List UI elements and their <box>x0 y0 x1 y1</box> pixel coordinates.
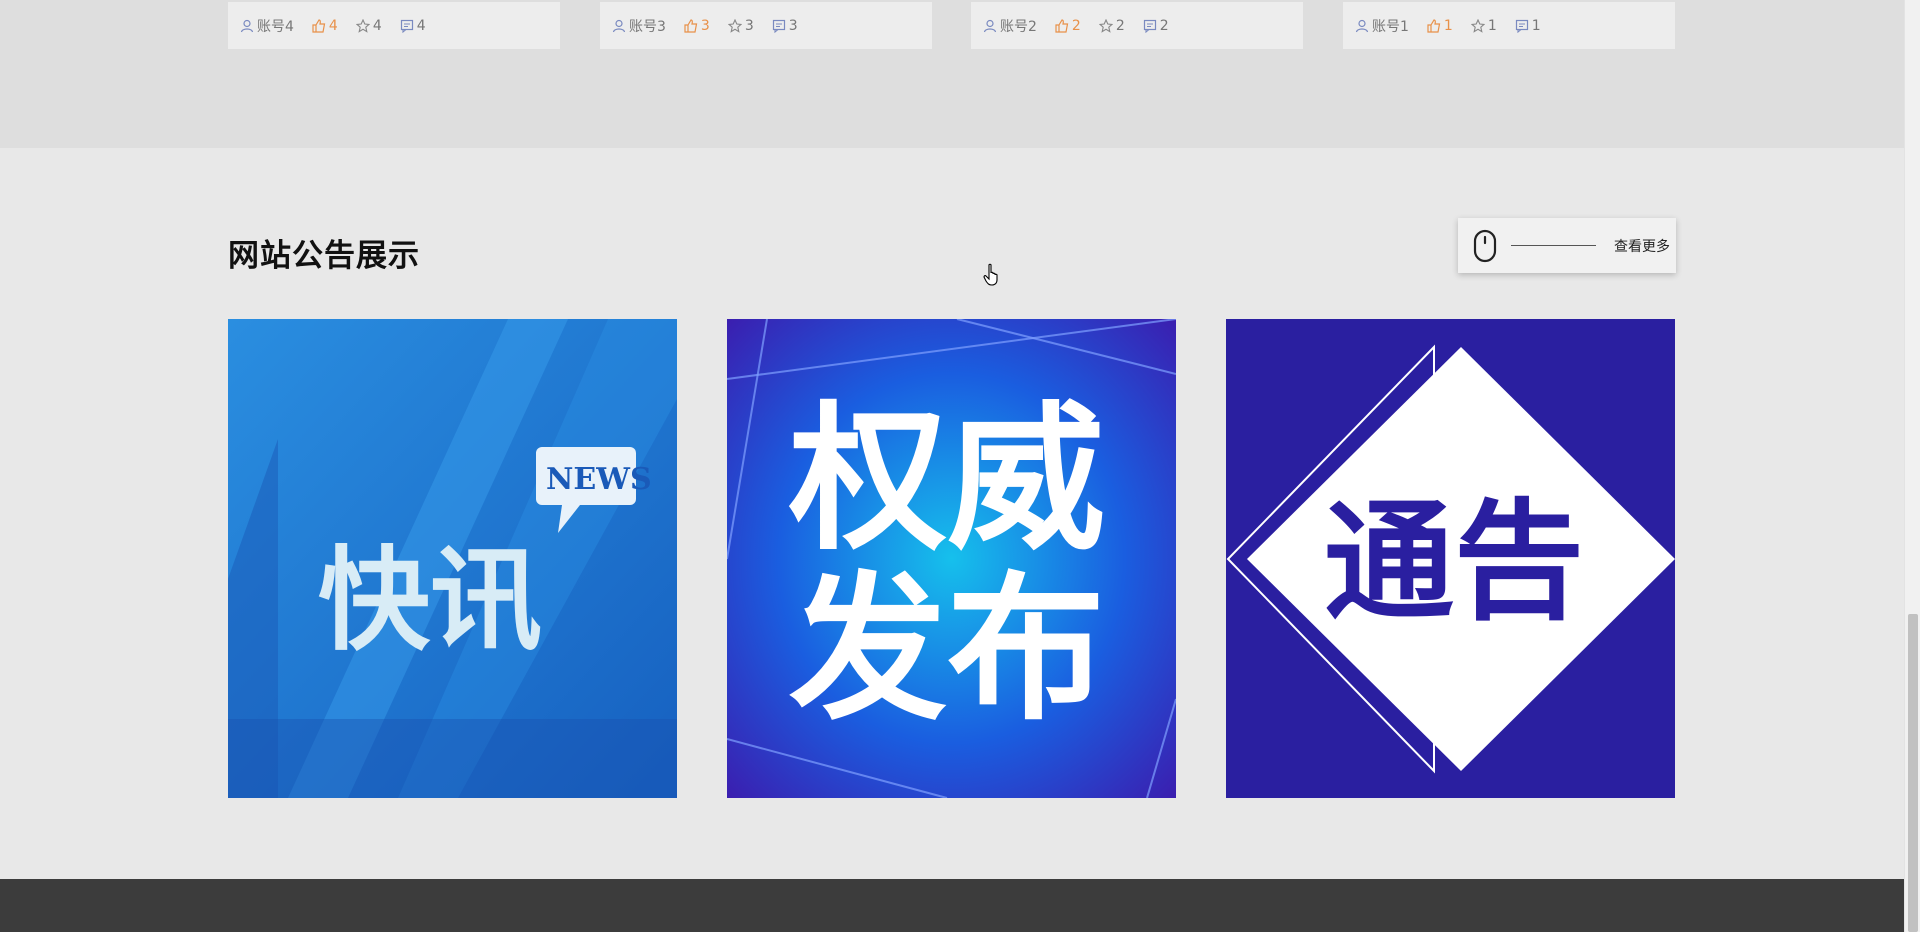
divider-line <box>1511 245 1596 246</box>
notice-card[interactable]: 快讯 NEWS <box>228 319 677 798</box>
article-card-meta[interactable]: 账号4 4 4 4 <box>228 2 560 49</box>
comment-icon <box>772 19 785 33</box>
notice-image: 通告 <box>1226 319 1675 798</box>
author-meta: 账号3 <box>612 16 666 36</box>
comment-count[interactable]: 4 <box>400 18 426 34</box>
author-name: 账号3 <box>629 18 666 35</box>
article-card-meta[interactable]: 账号1 1 1 1 <box>1343 2 1675 49</box>
favorite-count[interactable]: 4 <box>355 18 382 34</box>
article-list-band: 账号4 4 4 4 账号3 3 3 3 账号2 2 2 2 账号1 1 1 1 <box>0 0 1904 148</box>
notice-image-title: 通告 <box>1324 486 1584 638</box>
page-footer <box>0 879 1904 932</box>
comment-count[interactable]: 3 <box>772 18 798 34</box>
favorite-count[interactable]: 1 <box>1470 18 1497 34</box>
like-count[interactable]: 4 <box>312 18 338 34</box>
comment-count[interactable]: 1 <box>1515 18 1541 34</box>
notice-image-title: 快讯 <box>318 535 542 666</box>
user-icon <box>240 19 254 32</box>
author-meta: 账号2 <box>983 16 1037 36</box>
comment-icon <box>1143 19 1156 33</box>
notice-card[interactable]: 通告 <box>1226 319 1675 798</box>
mouse-icon <box>1473 229 1497 262</box>
view-more-button[interactable]: 查看更多 <box>1458 218 1676 273</box>
notice-image-title-line1: 权威 <box>788 388 1105 572</box>
star-icon <box>1098 18 1113 33</box>
author-meta: 账号1 <box>1355 16 1409 36</box>
favorite-count[interactable]: 3 <box>727 18 754 34</box>
notice-image: 权威 发布 <box>727 319 1176 798</box>
star-icon <box>1470 18 1485 33</box>
thumbs-up-icon <box>1427 18 1441 33</box>
notice-image: 快讯 NEWS <box>228 319 677 798</box>
vertical-scrollbar[interactable] <box>1904 0 1920 932</box>
thumbs-up-icon <box>1055 18 1069 33</box>
thumbs-up-icon <box>312 18 326 33</box>
thumbs-up-icon <box>684 18 698 33</box>
like-count[interactable]: 2 <box>1055 18 1081 34</box>
user-icon <box>1355 19 1369 32</box>
comment-count[interactable]: 2 <box>1143 18 1169 34</box>
comment-icon <box>1515 19 1528 33</box>
notice-image-badge: NEWS <box>546 462 652 497</box>
comment-icon <box>400 19 413 33</box>
scrollbar-thumb[interactable] <box>1908 614 1918 932</box>
author-name: 账号4 <box>257 18 294 35</box>
user-icon <box>612 19 626 32</box>
like-count[interactable]: 3 <box>684 18 710 34</box>
author-meta: 账号4 <box>240 16 294 36</box>
notice-card[interactable]: 权威 发布 <box>727 319 1176 798</box>
author-name: 账号1 <box>1372 18 1409 35</box>
article-card-meta[interactable]: 账号2 2 2 2 <box>971 2 1303 49</box>
section-title: 网站公告展示 <box>228 238 420 274</box>
star-icon <box>355 18 370 33</box>
like-count[interactable]: 1 <box>1427 18 1453 34</box>
notice-image-title-line2: 发布 <box>789 558 1105 742</box>
author-name: 账号2 <box>1000 18 1037 35</box>
star-icon <box>727 18 742 33</box>
article-card-meta[interactable]: 账号3 3 3 3 <box>600 2 932 49</box>
view-more-label: 查看更多 <box>1614 238 1670 255</box>
user-icon <box>983 19 997 32</box>
hand-cursor-icon <box>983 263 998 286</box>
favorite-count[interactable]: 2 <box>1098 18 1125 34</box>
